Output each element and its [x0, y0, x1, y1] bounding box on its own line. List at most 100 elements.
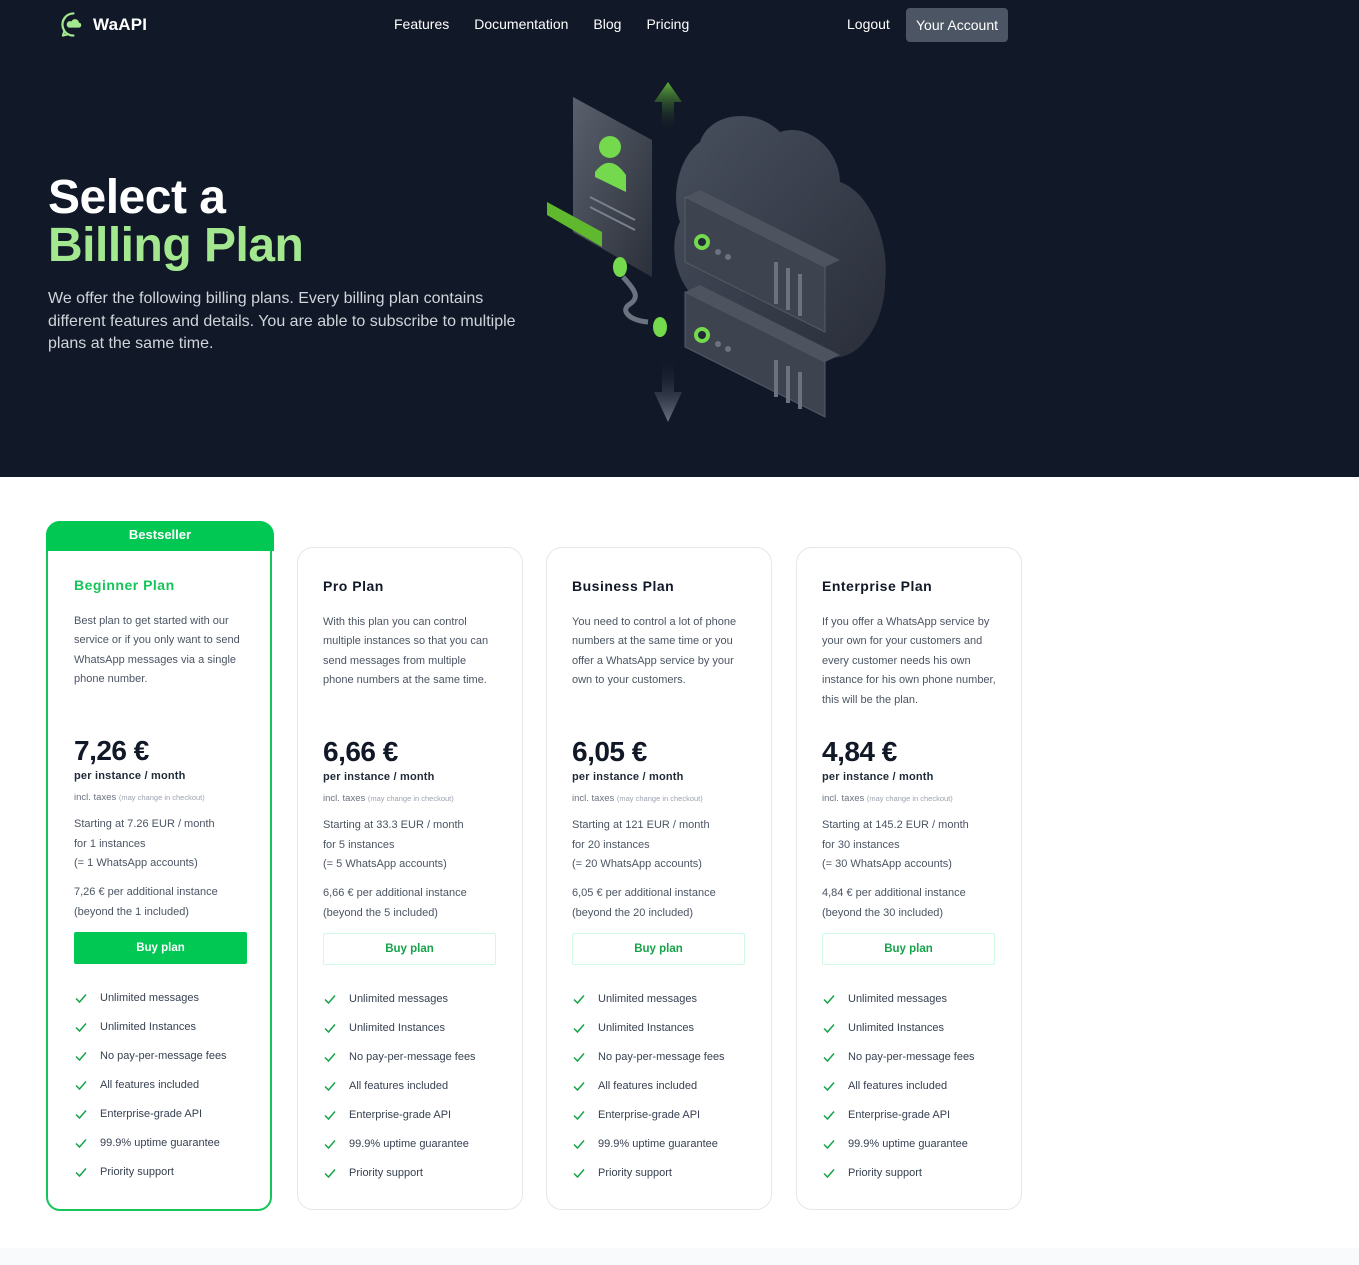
feature-item: No pay-per-message fees	[822, 1043, 996, 1072]
nav-link-blog[interactable]: Blog	[593, 16, 621, 32]
feature-item: Unlimited Instances	[572, 1014, 746, 1043]
nav-link-documentation[interactable]: Documentation	[474, 16, 568, 32]
feature-label: 99.9% uptime guarantee	[100, 1136, 220, 1149]
starting-price: Starting at 7.26 EUR / month	[74, 818, 215, 830]
buy-plan-button[interactable]: Buy plan	[74, 932, 247, 964]
cloud-server-illustration	[547, 82, 886, 422]
check-icon	[75, 1023, 87, 1033]
starting-price: Starting at 145.2 EUR / month	[822, 819, 969, 831]
feature-label: Unlimited Instances	[349, 1022, 445, 1035]
feature-label: Enterprise-grade API	[100, 1108, 203, 1120]
feature-label: All features included	[598, 1080, 698, 1093]
plan-name: Enterprise Plan	[822, 578, 933, 594]
check-icon	[823, 1111, 835, 1121]
plan-price: 6,05 €	[572, 736, 647, 767]
page-title: Select a Billing Plan	[48, 174, 304, 272]
buy-plan-button[interactable]: Buy plan	[323, 933, 496, 965]
feature-item: No pay-per-message fees	[74, 1042, 244, 1071]
brand-link[interactable]: WaAPI	[60, 11, 147, 38]
footer-strip	[0, 1248, 1359, 1265]
feature-label: Priority support	[100, 1165, 174, 1178]
tax-label: incl. taxes	[323, 793, 366, 804]
feature-item: Unlimited messages	[572, 985, 746, 1014]
nav-link-features[interactable]: Features	[394, 16, 449, 32]
feature-label: Priority support	[598, 1166, 672, 1179]
check-icon	[75, 1167, 87, 1177]
feature-label: Unlimited messages	[848, 993, 948, 1006]
plan-name: Pro Plan	[323, 578, 384, 594]
feature-item: Enterprise-grade API	[74, 1100, 244, 1129]
plan-price: 7,26 €	[74, 735, 149, 766]
check-icon	[75, 1081, 87, 1091]
feature-label: Enterprise-grade API	[349, 1109, 452, 1121]
tax-note: incl. taxes (may change in checkout)	[822, 793, 996, 805]
included-note: (beyond the 5 included)	[323, 906, 438, 919]
check-icon	[573, 1024, 585, 1034]
plan-price: 6,66 €	[323, 736, 398, 767]
feature-item: 99.9% uptime guarantee	[74, 1128, 244, 1157]
additional-price: 4,84 € per additional instance	[822, 887, 966, 899]
feature-item: All features included	[572, 1072, 746, 1101]
plan-card-business: Business Plan You need to control a lot …	[546, 547, 772, 1210]
price-unit: per instance / month	[572, 771, 684, 783]
feature-item: Enterprise-grade API	[572, 1101, 746, 1130]
page-title-line-2: Billing Plan	[48, 219, 304, 272]
account-count: (= 30 WhatsApp accounts)	[822, 858, 952, 870]
feature-item: 99.9% uptime guarantee	[323, 1129, 497, 1158]
feature-label: All features included	[100, 1079, 200, 1092]
buy-plan-button[interactable]: Buy plan	[572, 933, 745, 965]
page-subtitle: We offer the following billing plans. Ev…	[48, 290, 516, 352]
feature-label: No pay-per-message fees	[100, 1050, 227, 1063]
plan-price: 4,84 €	[822, 736, 897, 767]
starting-price-info: Starting at 145.2 EUR / month for 30 ins…	[822, 816, 996, 876]
logout-link[interactable]: Logout	[847, 16, 890, 32]
feature-item: Unlimited messages	[822, 985, 996, 1014]
account-count: (= 20 WhatsApp accounts)	[572, 858, 702, 870]
plan-description: With this plan you can control multiple …	[323, 616, 489, 687]
plan-name: Business Plan	[572, 578, 675, 594]
tax-checkout-note: (may change in checkout)	[616, 794, 703, 803]
check-icon	[324, 1139, 336, 1149]
feature-label: Unlimited messages	[598, 993, 698, 1006]
feature-list: Unlimited messages Unlimited Instances N…	[74, 984, 244, 1186]
feature-label: 99.9% uptime guarantee	[598, 1137, 718, 1150]
additional-instance-info: 7,26 € per additional instance (beyond t…	[74, 883, 244, 923]
feature-label: Unlimited Instances	[100, 1021, 196, 1034]
buy-plan-button[interactable]: Buy plan	[822, 933, 995, 965]
check-icon	[324, 1053, 336, 1063]
included-note: (beyond the 1 included)	[74, 905, 189, 918]
tax-checkout-note: (may change in checkout)	[367, 794, 454, 803]
check-icon	[75, 1110, 87, 1120]
feature-item: Unlimited Instances	[822, 1014, 996, 1043]
feature-item: Priority support	[323, 1158, 497, 1187]
price-unit: per instance / month	[74, 770, 186, 782]
feature-label: No pay-per-message fees	[598, 1051, 725, 1064]
plan-description: Best plan to get started with our servic…	[74, 615, 240, 686]
starting-price: Starting at 33.3 EUR / month	[323, 819, 464, 831]
your-account-button[interactable]: Your Account	[906, 8, 1008, 42]
feature-label: All features included	[848, 1080, 948, 1093]
feature-item: Unlimited Instances	[323, 1014, 497, 1043]
check-icon	[573, 1139, 585, 1149]
check-icon	[75, 1138, 87, 1148]
feature-item: Unlimited Instances	[74, 1013, 244, 1042]
nav-link-pricing[interactable]: Pricing	[646, 16, 689, 32]
check-icon	[324, 995, 336, 1005]
feature-list: Unlimited messages Unlimited Instances N…	[323, 985, 497, 1187]
check-icon	[823, 995, 835, 1005]
additional-price: 6,66 € per additional instance	[323, 887, 467, 899]
check-icon	[573, 1053, 585, 1063]
tax-note: incl. taxes (may change in checkout)	[323, 793, 497, 805]
plan-name: Beginner Plan	[74, 577, 175, 593]
plan-card-enterprise: Enterprise Plan If you offer a WhatsApp …	[796, 547, 1022, 1210]
tax-note: incl. taxes (may change in checkout)	[572, 793, 746, 805]
feature-item: All features included	[822, 1072, 996, 1101]
feature-label: Enterprise-grade API	[598, 1109, 701, 1121]
check-icon	[823, 1053, 835, 1063]
feature-item: Unlimited messages	[74, 984, 244, 1013]
feature-label: Unlimited messages	[100, 992, 200, 1005]
account-count: (= 5 WhatsApp accounts)	[323, 858, 447, 870]
feature-list: Unlimited messages Unlimited Instances N…	[822, 985, 996, 1187]
tax-checkout-note: (may change in checkout)	[118, 793, 205, 802]
feature-label: Unlimited Instances	[848, 1022, 944, 1035]
